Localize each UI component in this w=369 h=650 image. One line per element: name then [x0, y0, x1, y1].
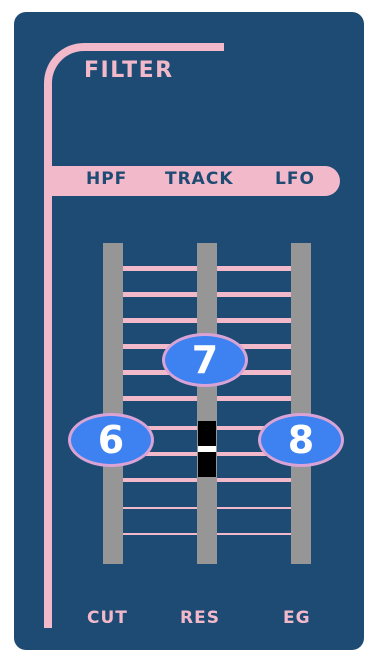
badge-res: 7 [162, 333, 248, 387]
mode-label-hpf: HPF [86, 169, 128, 189]
cut-slider-track[interactable] [103, 243, 123, 564]
control-label-eg: EG [283, 608, 311, 628]
res-slider-track[interactable] [197, 243, 217, 564]
mode-label-lfo: LFO [275, 169, 315, 189]
badge-cut: 6 [68, 413, 154, 467]
badge-eg: 8 [258, 413, 344, 467]
section-title: FILTER [84, 58, 174, 83]
eg-slider-track[interactable] [291, 243, 311, 564]
control-label-cut: CUT [87, 608, 128, 628]
res-slider-indicator [198, 446, 216, 452]
control-label-res: RES [180, 608, 220, 628]
mode-label-track: TRACK [165, 169, 234, 189]
